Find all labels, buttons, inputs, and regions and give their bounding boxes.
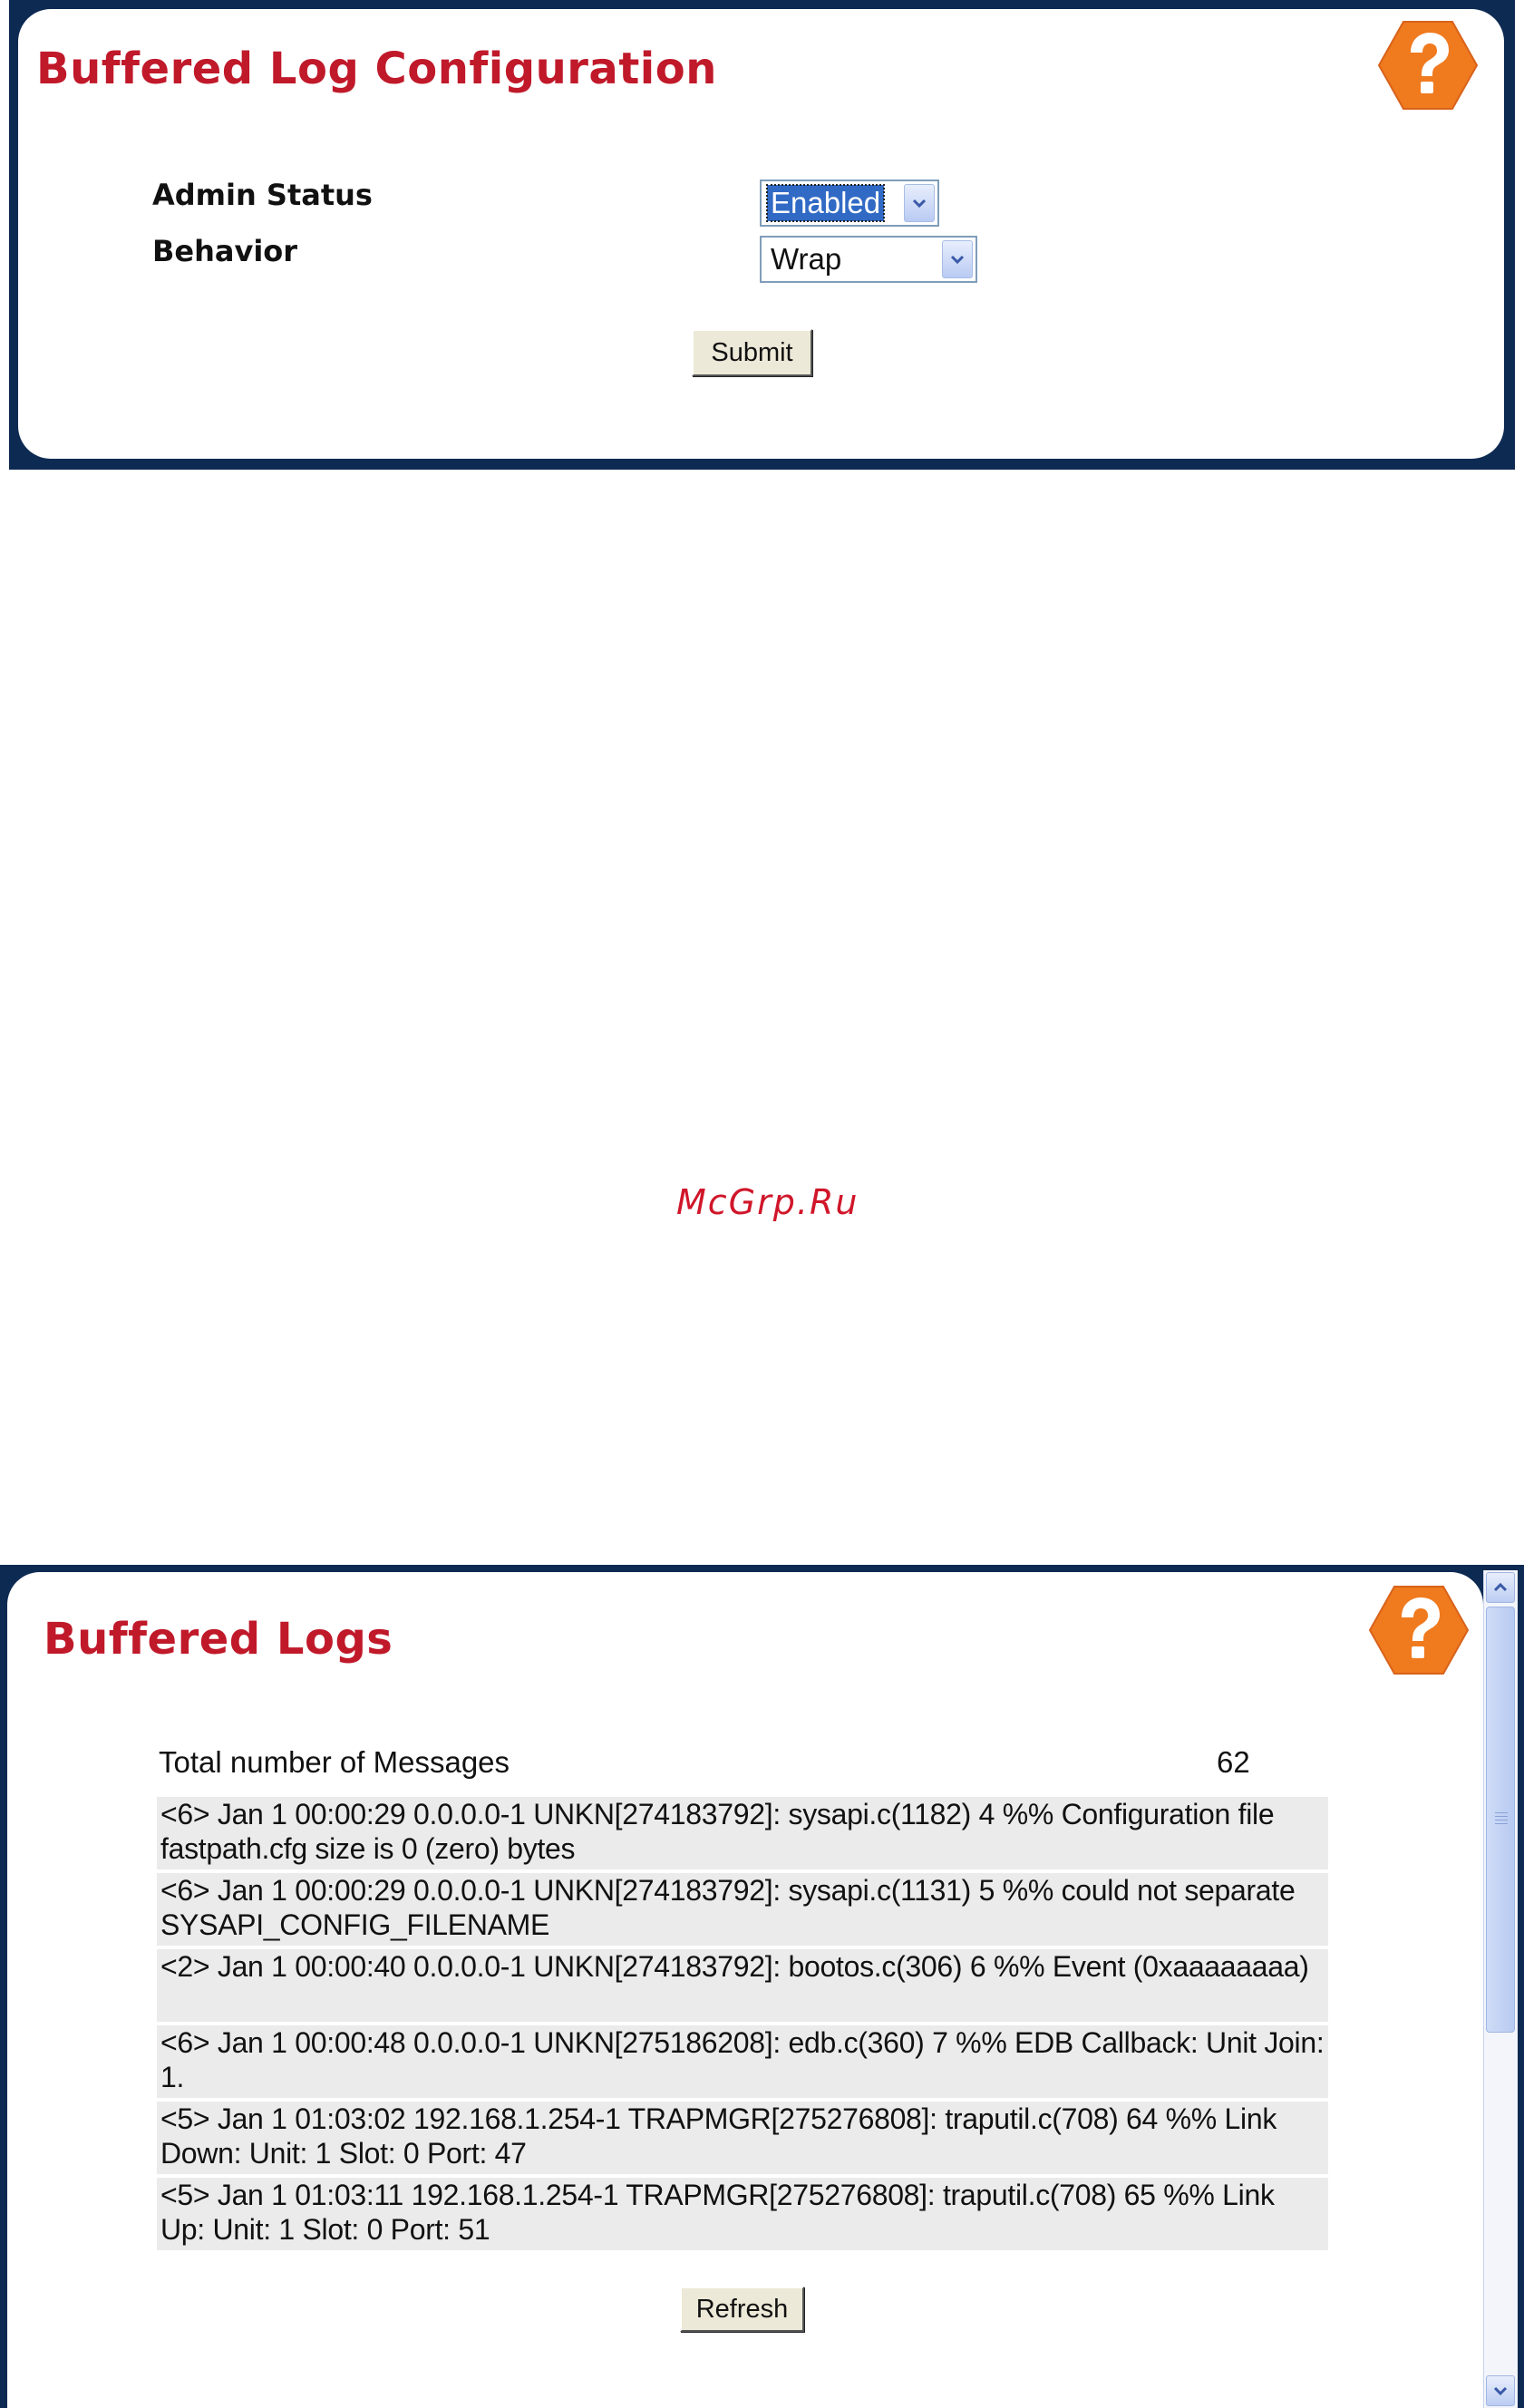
log-list: <6> Jan 1 00:00:29 0.0.0.0-1 UNKN[274183… — [157, 1797, 1328, 2254]
scroll-down-icon[interactable] — [1486, 2375, 1515, 2406]
log-entry: <6> Jan 1 00:00:29 0.0.0.0-1 UNKN[274183… — [157, 1797, 1328, 1869]
behavior-select[interactable]: Wrap — [760, 236, 977, 283]
grip-icon — [1495, 1812, 1508, 1813]
admin-status-select[interactable]: Enabled — [760, 180, 939, 227]
admin-status-label: Admin Status — [152, 178, 373, 212]
log-entry: <2> Jan 1 00:00:40 0.0.0.0-1 UNKN[274183… — [157, 1949, 1328, 2022]
scroll-up-icon[interactable] — [1486, 1572, 1515, 1603]
refresh-button[interactable]: Refresh — [680, 2287, 804, 2332]
submit-button[interactable]: Submit — [692, 329, 812, 376]
admin-status-value: Enabled — [765, 184, 886, 222]
log-entry: <5> Jan 1 01:03:02 192.168.1.254-1 TRAPM… — [157, 2102, 1328, 2174]
logs-title: Buffered Logs — [44, 1614, 393, 1665]
total-messages-value: 62 — [1217, 1745, 1250, 1779]
chevron-down-icon[interactable] — [904, 184, 935, 222]
log-entry: <6> Jan 1 00:00:29 0.0.0.0-1 UNKN[274183… — [157, 1873, 1328, 1946]
log-entry: <5> Jan 1 01:03:11 192.168.1.254-1 TRAPM… — [157, 2178, 1328, 2250]
total-messages-label: Total number of Messages — [159, 1745, 510, 1779]
watermark-text: McGrp.Ru — [676, 1182, 859, 1222]
vertical-scrollbar[interactable] — [1483, 1570, 1518, 2408]
behavior-label: Behavior — [152, 234, 298, 268]
chevron-down-icon[interactable] — [942, 240, 973, 278]
scrollbar-thumb[interactable] — [1486, 1607, 1515, 2033]
help-question-icon[interactable] — [1360, 1578, 1478, 1683]
page-title: Buffered Log Configuration — [36, 44, 717, 94]
help-question-icon[interactable] — [1369, 13, 1487, 118]
behavior-value: Wrap — [771, 242, 842, 276]
log-entry: <6> Jan 1 00:00:48 0.0.0.0-1 UNKN[275186… — [157, 2025, 1328, 2098]
